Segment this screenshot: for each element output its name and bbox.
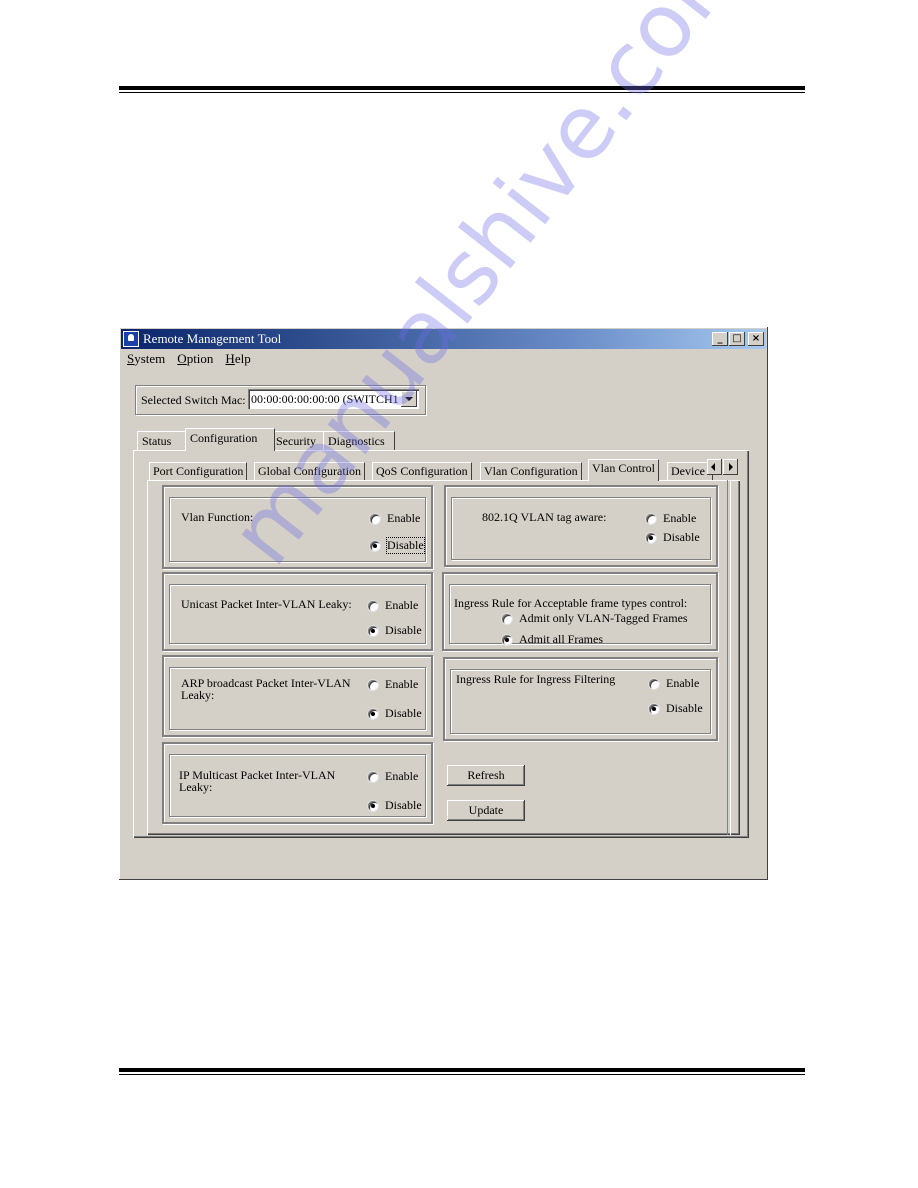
radio-label: Disable [385,798,422,812]
ip-multicast-leaky-group: IP Multicast Packet Inter-VLAN Leaky: En… [162,742,433,824]
radio-label: Enable [666,676,700,690]
arp-leaky-label-line2: Leaky: [181,688,215,702]
unicast-leaky-enable-radio[interactable]: Enable [368,598,418,613]
radio-unchecked-icon [370,513,380,524]
radio-label: Enable [663,511,697,525]
tag-aware-frame [451,497,711,560]
radio-unchecked-icon [502,613,512,624]
radio-unchecked-icon [649,678,659,689]
menu-help[interactable]: Help [225,351,250,367]
menu-option-accel: O [177,351,187,366]
radio-checked-icon [649,703,659,714]
acceptable-frames-label: Ingress Rule for Acceptable frame types … [454,596,688,610]
tab-diagnostics[interactable]: Diagnostics [323,431,395,450]
menu-bar: System Option Help [127,351,260,369]
vlan-function-group: Vlan Function: Enable Disable [162,485,433,569]
window-title: Remote Management Tool [143,331,282,346]
vlan-function-label: Vlan Function: [181,510,254,524]
ingress-filtering-disable-radio[interactable]: Disable [649,701,703,716]
title-bar[interactable]: Remote Management Tool _ □ × [121,329,766,349]
unicast-leaky-disable-radio[interactable]: Disable [368,623,422,638]
app-window: Remote Management Tool _ □ × System Opti… [119,327,768,880]
radio-checked-icon [502,634,512,645]
footer-rule-thick [119,1068,805,1072]
radio-label: Enable [387,511,421,525]
tab-status[interactable]: Status [137,431,189,450]
radio-checked-icon [368,708,378,719]
radio-label: Admit only VLAN-Tagged Frames [519,611,688,625]
admit-all-frames-radio[interactable]: Admit all Frames [502,632,603,647]
radio-checked-icon [370,540,380,551]
refresh-button[interactable]: Refresh [447,765,525,786]
ingress-filtering-group: Ingress Rule for Ingress Filtering Enabl… [443,657,718,741]
tag-aware-enable-radio[interactable]: Enable [646,511,696,526]
radio-label: Disable [663,530,700,544]
header-rule-thin [119,92,805,93]
tag-aware-group: 802.1Q VLAN tag aware: Enable Disable [444,485,718,567]
tab-scroll-right-icon[interactable] [723,459,738,475]
admit-tagged-only-radio[interactable]: Admit only VLAN-Tagged Frames [502,611,688,626]
radio-label: Enable [385,598,419,612]
radio-checked-icon [646,532,656,543]
ip-multicast-enable-radio[interactable]: Enable [368,769,418,784]
radio-unchecked-icon [368,600,378,611]
acceptable-frames-group: Ingress Rule for Acceptable frame types … [442,572,718,651]
maximize-button[interactable]: □ [729,332,745,346]
menu-option-rest: ption [186,351,214,366]
tab-scroll-left-icon[interactable] [707,459,722,475]
tab-configuration[interactable]: Configuration [185,428,275,451]
tab-vlan-control[interactable]: Vlan Control [588,459,659,481]
radio-label: Disable [385,706,422,720]
header-rule-thick [119,86,805,90]
ip-multicast-label-line2: Leaky: [179,780,213,794]
unicast-leaky-label: Unicast Packet Inter-VLAN Leaky: [181,597,352,611]
minimize-button[interactable]: _ [712,332,728,346]
radio-unchecked-icon [368,679,378,690]
arp-leaky-enable-radio[interactable]: Enable [368,677,418,692]
chevron-down-icon[interactable] [401,391,417,407]
switch-mac-value: 00:00:00:00:00:00 (SWITCH1 [251,392,399,406]
close-button[interactable]: × [748,332,764,346]
ip-multicast-disable-radio[interactable]: Disable [368,798,422,813]
footer-rule-thin [119,1074,805,1075]
radio-label: Admit all Frames [519,632,603,646]
tab-port-configuration[interactable]: Port Configuration [149,462,248,480]
arp-leaky-disable-radio[interactable]: Disable [368,706,422,721]
tag-aware-disable-radio[interactable]: Disable [646,530,700,545]
menu-system-rest: ystem [134,351,166,366]
radio-checked-icon [368,800,378,811]
radio-label: Disable [386,537,425,554]
update-button[interactable]: Update [447,800,525,821]
panel-divider [727,480,731,835]
app-icon [123,331,139,347]
radio-label: Disable [385,623,422,637]
ingress-filtering-enable-radio[interactable]: Enable [649,676,699,691]
tab-qos-configuration[interactable]: QoS Configuration [372,462,472,480]
radio-label: Disable [666,701,703,715]
menu-help-rest: elp [234,351,251,366]
radio-unchecked-icon [646,513,656,524]
switch-mac-label: Selected Switch Mac: [141,393,246,407]
radio-label: Enable [385,769,419,783]
vlan-function-disable-radio[interactable]: Disable [370,537,425,554]
switch-selector-group: Selected Switch Mac: 00:00:00:00:00:00 (… [135,385,426,415]
radio-checked-icon [368,625,378,636]
unicast-leaky-group: Unicast Packet Inter-VLAN Leaky: Enable … [162,572,433,651]
ingress-filtering-label: Ingress Rule for Ingress Filtering [456,672,616,686]
menu-help-accel: H [225,351,235,366]
tab-vlan-configuration[interactable]: Vlan Configuration [480,462,582,480]
tab-security[interactable]: Security [271,431,325,450]
tag-aware-label: 802.1Q VLAN tag aware: [482,510,607,524]
radio-label: Enable [385,677,419,691]
vlan-function-enable-radio[interactable]: Enable [370,511,420,526]
menu-system[interactable]: System [127,351,165,367]
arp-leaky-group: ARP broadcast Packet Inter-VLAN Leaky: E… [162,655,433,737]
radio-unchecked-icon [368,771,378,782]
switch-mac-select[interactable]: 00:00:00:00:00:00 (SWITCH1 [248,389,419,409]
menu-option[interactable]: Option [177,351,213,367]
tab-global-configuration[interactable]: Global Configuration [254,462,365,480]
